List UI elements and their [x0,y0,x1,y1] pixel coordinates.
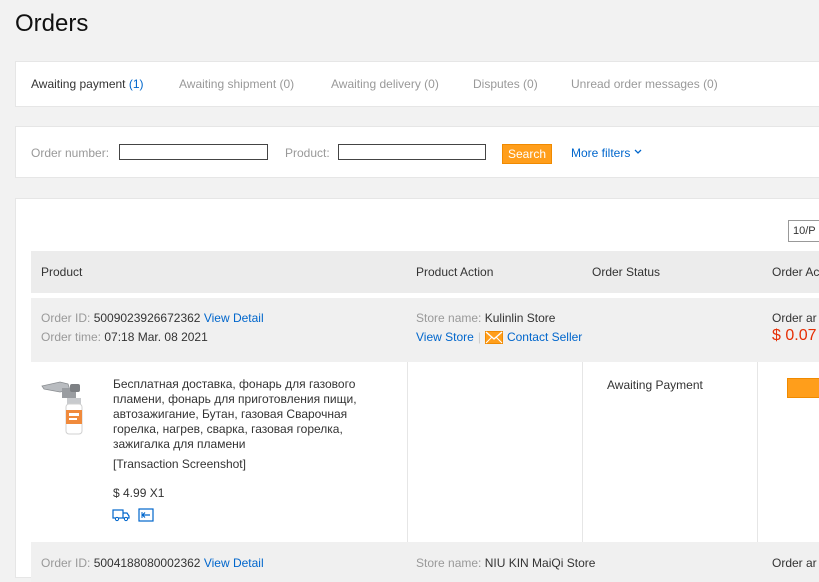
order-id-label: Order ID: [41,556,91,570]
table-header: Product Product Action Order Status Orde… [31,251,819,293]
tab-awaiting-delivery[interactable]: Awaiting delivery (0) [331,77,439,91]
tab-awaiting-shipment[interactable]: Awaiting shipment (0) [179,77,294,91]
view-detail-link[interactable]: View Detail [204,311,264,325]
order-time-label: Order time: [41,330,102,344]
order-id-line: Order ID: 5009023926672362 View Detail [41,311,264,325]
header-product-action: Product Action [416,265,494,279]
page-title: Orders [15,10,89,37]
tab-awaiting-payment-label: Awaiting payment [31,77,126,91]
store-name-line: Store name: NIU KIN MaiQi Store [416,556,595,570]
transaction-screenshot-link[interactable]: [Transaction Screenshot] [113,457,246,471]
view-store-link[interactable]: View Store [416,330,474,344]
order-header: Order ID: 5004188080002362 View Detail S… [31,542,819,582]
header-order-action: Order Ac [772,265,819,279]
order-amount-value: $ 0.07 [772,327,817,344]
store-name-value: Kulinlin Store [484,311,556,325]
product-price-quantity: $ 4.99 X1 [113,486,165,500]
store-name-label: Store name: [416,311,482,325]
return-icon[interactable] [138,508,154,525]
order-status-tabs: Awaiting payment (1) Awaiting shipment (… [15,61,819,107]
order-id-value: 5009023926672362 [93,311,201,325]
product-label: Product: [285,146,330,160]
order-id-value: 5004188080002362 [93,556,201,570]
order-id-label: Order ID: [41,311,91,325]
header-order-status: Order Status [592,265,661,279]
order-number-input[interactable] [119,144,268,160]
search-button[interactable]: Search [502,144,552,164]
product-input[interactable] [338,144,486,160]
order-time-value: 07:18 Mar. 08 2021 [104,330,208,344]
store-name-line: Store name: Kulinlin Store [416,311,555,325]
page-size-select[interactable]: 10/P [788,220,819,242]
order-item-row: Бесплатная доставка, фонарь для газового… [31,362,819,542]
mail-icon [484,331,503,347]
tab-awaiting-payment-count: (1) [128,77,144,91]
column-divider [407,362,408,542]
more-filters-link[interactable]: More filters [571,146,642,160]
product-title[interactable]: Бесплатная доставка, фонарь для газового… [113,377,375,452]
order-number-label: Order number: [31,146,110,160]
header-product: Product [41,265,83,279]
order-header: Order ID: 5009023926672362 View Detail O… [31,298,819,362]
product-image[interactable] [40,376,100,438]
store-name-label: Store name: [416,556,482,570]
tab-disputes[interactable]: Disputes (0) [473,77,538,91]
order-amount-label: Order ar [772,556,817,570]
tab-unread-order-messages[interactable]: Unread order messages (0) [571,77,718,91]
order-id-line: Order ID: 5004188080002362 View Detail [41,556,264,570]
tab-awaiting-payment[interactable]: Awaiting payment (1) [31,77,144,91]
more-filters-label: More filters [571,146,631,160]
chevron-down-icon [634,147,642,157]
separator: | [477,330,481,344]
store-name-value: NIU KIN MaiQi Store [484,556,596,570]
order-time-line: Order time: 07:18 Mar. 08 2021 [41,330,208,344]
filter-bar: Order number: Product: Search More filte… [15,126,819,178]
column-divider [757,362,758,542]
product-service-icons [112,508,154,525]
orders-panel: 10/P Product Product Action Order Status… [15,198,819,582]
column-divider [582,362,583,542]
contact-seller-label: Contact Seller [506,330,583,344]
order-amount-label: Order ar [772,311,817,325]
view-detail-link[interactable]: View Detail [204,556,264,570]
pay-now-button[interactable] [787,378,819,398]
store-actions: View Store | Contact Seller [416,330,582,347]
contact-seller-link[interactable]: Contact Seller [484,330,583,347]
order-status-value: Awaiting Payment [607,378,703,392]
shipping-truck-icon[interactable] [112,509,133,525]
